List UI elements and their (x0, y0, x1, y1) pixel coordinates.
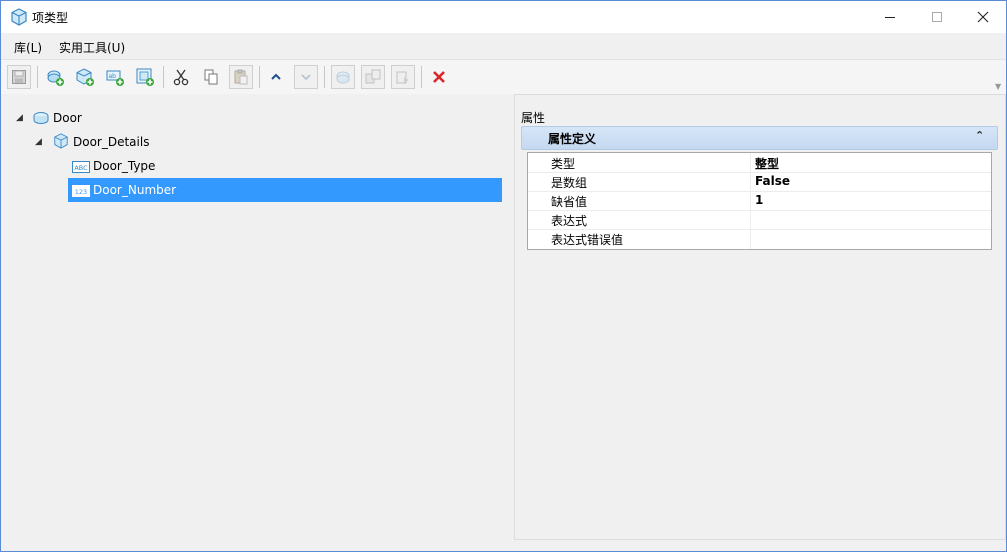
export-button[interactable] (361, 65, 385, 89)
export-icon (365, 69, 381, 84)
delete-button[interactable] (427, 65, 451, 89)
expanded-arrow-icon[interactable]: ◢ (35, 137, 42, 147)
tree-node-label: Door_Details (73, 135, 150, 149)
toolbar-separator (324, 66, 325, 88)
add-library-icon (47, 70, 64, 86)
paste-icon (234, 69, 248, 85)
add-property-icon: ab (106, 70, 124, 86)
toolbar: ab ▼ (1, 59, 1006, 95)
tree-node-door-details[interactable]: ◢ Door_Details (1, 130, 501, 154)
new-item-type-button[interactable] (73, 65, 97, 89)
toolbar-separator (163, 66, 164, 88)
library-icon (33, 112, 49, 125)
text-property-icon: ABC (72, 161, 90, 173)
cut-button[interactable] (169, 65, 193, 89)
property-name: 表达式错误值 (551, 233, 624, 247)
property-row[interactable]: 是数组 False (528, 172, 991, 192)
chevron-down-icon (301, 74, 311, 81)
tree-node-door[interactable]: ◢ Door (1, 106, 501, 130)
item-types-window: 项类型 库(L) 实用工具(U) ab ▼ ◢ Door ◢ Door_Deta… (0, 0, 1007, 552)
save-icon (12, 70, 26, 84)
property-row[interactable]: 表达式 (528, 210, 991, 230)
toolbar-separator (421, 66, 422, 88)
duplicate-icon (396, 71, 409, 84)
add-item-type-icon (76, 68, 94, 86)
property-value[interactable]: 整型 (755, 155, 779, 172)
collapse-chevron-icon[interactable]: ⌃ (975, 129, 984, 142)
add-from-template-button[interactable] (133, 65, 157, 89)
maximize-icon (932, 12, 942, 22)
window-title: 项类型 (32, 11, 69, 25)
svg-text:ab: ab (109, 73, 117, 80)
svg-text:123: 123 (75, 188, 87, 196)
property-value[interactable]: False (755, 174, 790, 188)
tree-node-label: Door_Type (93, 159, 156, 173)
item-type-app-icon (11, 8, 27, 26)
chevron-up-icon (271, 73, 281, 80)
close-button[interactable] (960, 1, 1006, 33)
duplicate-button[interactable] (391, 65, 415, 89)
minimize-icon (885, 17, 895, 18)
property-row[interactable]: 表达式错误值 (528, 229, 991, 248)
menu-utilities[interactable]: 实用工具(U) (57, 39, 127, 56)
move-down-button[interactable] (294, 65, 318, 89)
item-type-cube-icon (54, 133, 68, 149)
copy-icon (204, 69, 218, 85)
toolbar-separator (259, 66, 260, 88)
save-button[interactable] (7, 65, 31, 89)
import-icon (336, 71, 350, 84)
property-name: 表达式 (551, 214, 588, 228)
tree-node-door-type[interactable]: ABC Door_Type (1, 154, 501, 178)
toolbar-overflow-icon[interactable]: ▼ (995, 82, 1001, 91)
move-up-button[interactable] (264, 65, 288, 89)
number-property-icon: 123 (72, 185, 90, 197)
property-name: 类型 (551, 157, 576, 171)
property-row[interactable]: 缺省值 1 (528, 191, 991, 211)
add-template-icon (136, 68, 154, 86)
item-types-tree[interactable]: ◢ Door ◢ Door_Details ABC Door_Type 123 … (1, 94, 508, 550)
maximize-button[interactable] (914, 1, 960, 33)
property-grid: 类型 整型 是数组 False 缺省值 1 表达式 表达式错误值 (527, 152, 992, 250)
property-row[interactable]: 类型 整型 (528, 153, 991, 173)
scissors-icon (173, 69, 189, 86)
new-property-button[interactable]: ab (103, 65, 127, 89)
category-title: 属性定义 (548, 132, 597, 146)
tree-node-label: Door_Number (93, 183, 177, 197)
tree-node-label: Door (53, 111, 82, 125)
paste-button[interactable] (229, 65, 253, 89)
new-library-button[interactable] (43, 65, 67, 89)
title-bar: 项类型 (1, 1, 1006, 33)
properties-panel: 属性 属性定义 ⌃ 类型 整型 是数组 False 缺省值 1 表达式 表达式错… (514, 94, 1006, 540)
toolbar-separator (37, 66, 38, 88)
tree-node-door-number[interactable]: 123 Door_Number (1, 178, 501, 202)
svg-text:ABC: ABC (74, 164, 88, 172)
category-header[interactable]: 属性定义 ⌃ (521, 126, 998, 150)
menu-bar: 库(L) 实用工具(U) (1, 34, 1006, 58)
copy-button[interactable] (199, 65, 223, 89)
expanded-arrow-icon[interactable]: ◢ (16, 113, 23, 123)
minimize-button[interactable] (867, 1, 913, 33)
import-button[interactable] (331, 65, 355, 89)
close-icon (977, 11, 989, 23)
delete-x-icon (433, 71, 445, 83)
property-value[interactable]: 1 (755, 193, 763, 207)
menu-library[interactable]: 库(L) (12, 39, 44, 56)
properties-legend: 属性 (521, 111, 546, 125)
property-name: 是数组 (551, 176, 588, 190)
property-name: 缺省值 (551, 195, 588, 209)
